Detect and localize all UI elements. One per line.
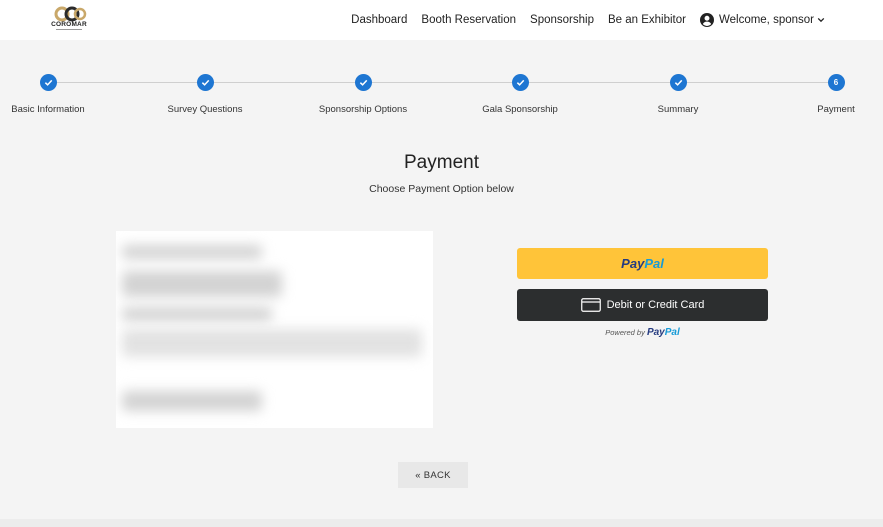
page-subtitle: Choose Payment Option below [369, 183, 514, 195]
step-complete-badge [39, 74, 57, 91]
step-basic-information[interactable]: Basic Information [0, 74, 108, 115]
step-label: Gala Sponsorship [482, 104, 558, 115]
back-button[interactable]: « BACK [398, 462, 468, 488]
main-nav: Dashboard Booth Reservation Sponsorship … [351, 0, 825, 40]
debit-credit-card-button[interactable]: Debit or Credit Card [517, 289, 768, 321]
page-footer-strip [0, 519, 883, 527]
logo-rings-icon [54, 6, 87, 22]
step-complete-badge [511, 74, 529, 91]
redacted-line [122, 329, 422, 357]
nav-be-an-exhibitor[interactable]: Be an Exhibitor [608, 14, 686, 26]
account-circle-icon [699, 13, 714, 27]
logo-tagline-line [48, 29, 90, 31]
powered-by-label: Powered by [605, 328, 645, 337]
step-label: Survey Questions [167, 104, 243, 115]
redacted-line [122, 245, 262, 259]
redacted-line [122, 391, 262, 411]
nav-booth-reservation[interactable]: Booth Reservation [421, 14, 516, 26]
step-payment[interactable]: 6 Payment [776, 74, 883, 115]
step-summary[interactable]: Summary [618, 74, 738, 115]
check-icon [44, 79, 52, 86]
paypal-wordmark-pay: Pay [621, 256, 645, 271]
coromar-logo[interactable]: COROMAR [48, 6, 90, 34]
credit-card-icon [580, 298, 601, 312]
step-number: 6 [833, 78, 839, 87]
check-icon [674, 79, 682, 86]
step-complete-badge [669, 74, 687, 91]
step-sponsorship-options[interactable]: Sponsorship Options [303, 74, 423, 115]
step-survey-questions[interactable]: Survey Questions [145, 74, 265, 115]
powered-brand-pal: Pal [664, 327, 680, 338]
step-gala-sponsorship[interactable]: Gala Sponsorship [460, 74, 580, 115]
step-current-badge: 6 [827, 74, 845, 91]
card-button-label: Debit or Credit Card [606, 299, 705, 311]
powered-by-paypal: Powered by PayPal [517, 327, 768, 338]
user-welcome-label: Welcome, sponsor [718, 14, 814, 26]
check-icon [516, 79, 524, 86]
paypal-button[interactable]: Pay Pal [517, 248, 768, 279]
powered-brand-pay: Pay [646, 327, 665, 338]
page-title: Payment [404, 152, 479, 173]
top-navbar: COROMAR Dashboard Booth Reservation Spon… [0, 0, 883, 40]
step-label: Payment [817, 104, 855, 115]
step-label: Basic Information [11, 104, 85, 115]
order-summary-card [116, 231, 433, 428]
step-complete-badge [354, 74, 372, 91]
step-label: Sponsorship Options [318, 104, 408, 115]
check-icon [201, 79, 209, 86]
step-label: Summary [657, 104, 699, 115]
nav-dashboard[interactable]: Dashboard [351, 14, 407, 26]
chevron-down-icon [817, 17, 825, 23]
paypal-wordmark-pal: Pal [644, 256, 664, 271]
nav-sponsorship[interactable]: Sponsorship [530, 14, 594, 26]
logo-wordmark: COROMAR [51, 21, 87, 28]
redacted-line [122, 271, 282, 297]
redacted-line [122, 307, 272, 321]
progress-stepper: Basic Information Survey Questions Spons… [0, 70, 883, 120]
user-menu[interactable]: Welcome, sponsor [699, 13, 825, 27]
check-icon [359, 79, 367, 86]
step-complete-badge [196, 74, 214, 91]
